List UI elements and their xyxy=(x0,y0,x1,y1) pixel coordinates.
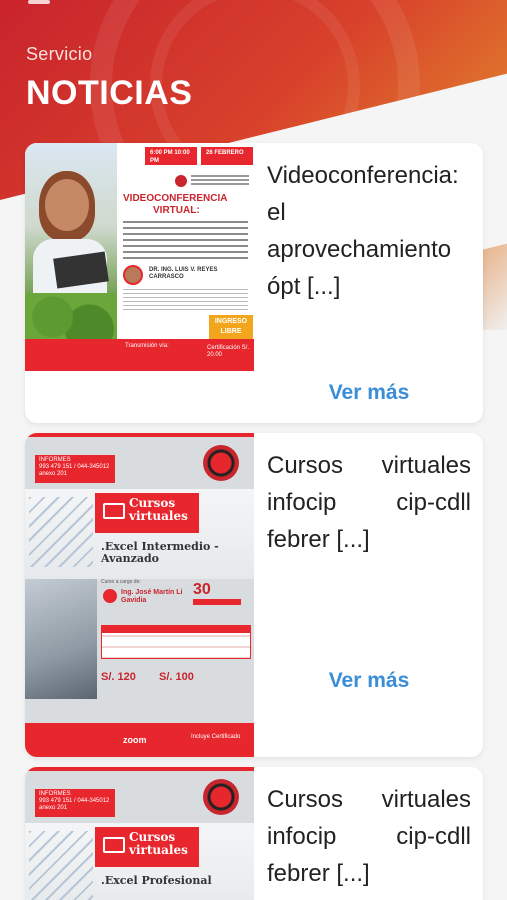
news-poster-image[interactable]: INFORMES 993 479 151 / 044-345012 anexo … xyxy=(25,433,254,757)
computer-icon xyxy=(103,503,125,519)
news-poster-image[interactable]: INFORMES 993 479 151 / 044-345012 anexo … xyxy=(25,767,254,900)
info-box: INFORMES 993 479 151 / 044-345012 anexo … xyxy=(35,789,115,817)
poster-time: 6:00 PM 10:00 PM xyxy=(145,147,197,165)
poster-heading: VIDEOCONFERENCIA xyxy=(123,193,228,204)
price-general: S/. 120 xyxy=(101,671,136,683)
price-colegiado: S/. 100 xyxy=(159,671,194,683)
cursos-label: Cursos virtuales xyxy=(129,830,188,857)
read-more-link[interactable]: Ver más xyxy=(267,381,471,405)
news-card[interactable]: 6:00 PM 10:00 PM 26 FEBRERO VIDEOCONFERE… xyxy=(25,143,483,423)
page-title: NOTICIAS xyxy=(26,74,193,112)
free-badge: INGRESO LIBRE xyxy=(209,315,253,339)
poster-footer: zoom Incluye Certificado xyxy=(25,723,254,757)
news-card[interactable]: INFORMES 993 479 151 / 044-345012 anexo … xyxy=(25,767,483,900)
info-box: INFORMES 993 479 151 / 044-345012 anexo … xyxy=(35,455,115,483)
news-poster-image[interactable]: 6:00 PM 10:00 PM 26 FEBRERO VIDEOCONFERE… xyxy=(25,143,254,371)
news-title[interactable]: Cursos virtuales infocip cip-cdll febrer… xyxy=(267,447,471,558)
speaker-name: DR. ING. LUIS V. REYES CARRASCO xyxy=(149,267,218,280)
laptop-photo xyxy=(25,579,97,699)
poster-photo xyxy=(25,143,117,353)
cip-emblem-icon xyxy=(203,445,239,481)
read-more-link[interactable]: Ver más xyxy=(267,669,471,693)
course-hours: 30 xyxy=(193,581,211,598)
cip-emblem-icon xyxy=(203,779,239,815)
course-name: .Excel Intermedio - Avanzado xyxy=(101,540,219,565)
menu-icon[interactable] xyxy=(28,0,50,4)
news-title[interactable]: Cursos virtuales infocip cip-cdll febrer… xyxy=(267,781,471,892)
poster-footer: Transmisión vía: Certificación S/. 20.00 xyxy=(25,339,254,371)
poster-date: 26 FEBRERO xyxy=(201,147,253,165)
news-card[interactable]: INFORMES 993 479 151 / 044-345012 anexo … xyxy=(25,433,483,757)
zoom-logo: zoom xyxy=(123,735,147,745)
computer-icon xyxy=(103,837,125,853)
teacher-icon xyxy=(103,589,117,603)
news-title[interactable]: Videoconferencia: el aprovechamiento ópt… xyxy=(267,157,471,305)
cursos-label: Cursos virtuales xyxy=(129,496,188,523)
cip-logo-icon xyxy=(175,175,187,187)
section-label: Servicio xyxy=(26,44,93,64)
poster-heading-2: VIRTUAL: xyxy=(153,205,200,216)
teacher-name: Ing. José Martín Li Gavidia xyxy=(121,589,183,604)
course-name: .Excel Profesional xyxy=(101,874,212,887)
speaker-avatar xyxy=(123,265,143,285)
